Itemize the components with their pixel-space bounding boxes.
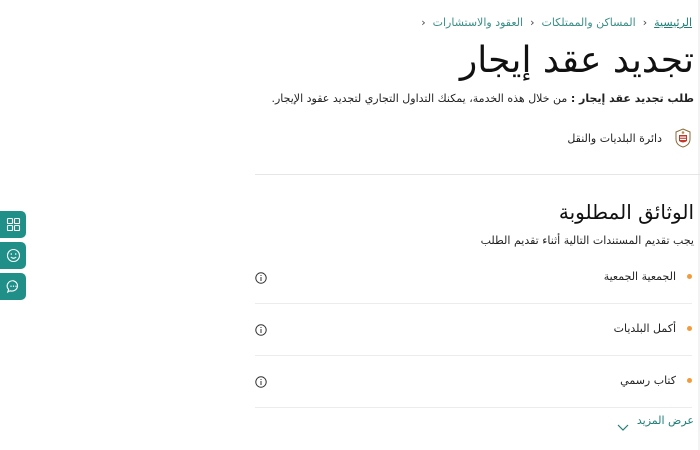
breadcrumb-contracts[interactable]: العقود والاستشارات bbox=[433, 16, 523, 29]
show-more-label: عرض المزيد bbox=[636, 414, 694, 427]
document-label: كتاب رسمي bbox=[620, 374, 676, 387]
chat-button[interactable] bbox=[0, 273, 26, 300]
breadcrumb-separator-icon: ‹ bbox=[530, 16, 535, 29]
services-grid-button[interactable] bbox=[0, 211, 26, 238]
bullet-icon bbox=[687, 326, 692, 331]
department-name: دائرة البلديات والنقل bbox=[567, 131, 662, 145]
chevron-down-icon bbox=[617, 417, 629, 431]
breadcrumb-home[interactable]: الرئيسية bbox=[654, 16, 692, 29]
service-description-text: من خلال هذه الخدمة، يمكنك التداول التجار… bbox=[271, 92, 571, 105]
list-item: الجمعية الجمعية bbox=[255, 252, 692, 304]
breadcrumb-separator-icon: ‹ bbox=[642, 16, 648, 29]
feedback-button[interactable] bbox=[0, 242, 26, 269]
chat-icon bbox=[6, 280, 18, 294]
info-icon[interactable] bbox=[255, 269, 267, 284]
emblem-icon bbox=[674, 128, 692, 148]
smiley-icon bbox=[6, 248, 20, 263]
documents-title: الوثائق المطلوبة bbox=[558, 200, 694, 224]
document-label: أكمل البلديات bbox=[613, 322, 676, 335]
grid-icon bbox=[6, 217, 20, 232]
divider bbox=[255, 174, 700, 175]
bullet-icon bbox=[687, 274, 692, 279]
info-icon[interactable] bbox=[255, 373, 267, 388]
list-item: أكمل البلديات bbox=[255, 304, 692, 356]
documents-subtitle: يجب تقديم المستندات التالية أثناء تقديم … bbox=[480, 234, 694, 247]
list-item: كتاب رسمي bbox=[255, 356, 692, 408]
document-label: الجمعية الجمعية bbox=[603, 270, 676, 283]
page-title: تجديد عقد إيجار bbox=[459, 40, 694, 81]
info-icon[interactable] bbox=[255, 321, 267, 336]
service-description-label: طلب تجديد عقد إيجار : bbox=[570, 92, 694, 105]
service-description: طلب تجديد عقد إيجار : من خلال هذه الخدمة… bbox=[271, 92, 694, 105]
show-more-button[interactable]: عرض المزيد bbox=[617, 414, 694, 431]
bullet-icon bbox=[687, 378, 692, 383]
department-info: دائرة البلديات والنقل bbox=[567, 128, 692, 148]
breadcrumb-separator-icon: ‹ bbox=[421, 16, 426, 29]
breadcrumb: الرئيسية ‹ المساكن والممتلكات ‹ العقود و… bbox=[414, 16, 692, 29]
page: الرئيسية ‹ المساكن والممتلكات ‹ العقود و… bbox=[0, 0, 700, 450]
documents-list: الجمعية الجمعية أكمل البلديات كتاب رسمي bbox=[255, 252, 692, 408]
breadcrumb-housing[interactable]: المساكن والممتلكات bbox=[541, 16, 635, 29]
